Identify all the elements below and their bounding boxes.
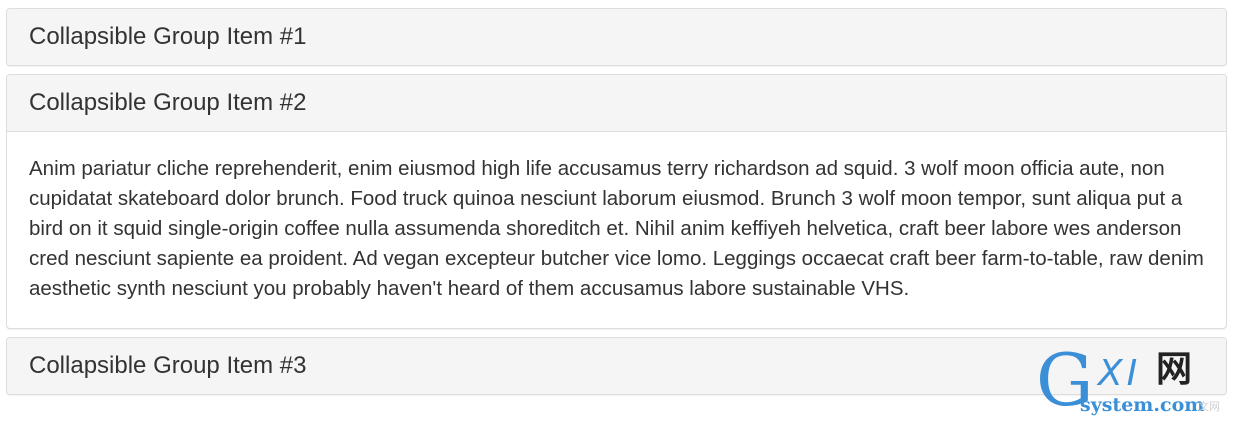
accordion-panel-1: Collapsible Group Item #1 — [6, 8, 1227, 66]
accordion-panel-3: Collapsible Group Item #3 — [6, 337, 1227, 395]
panel-2-header[interactable]: Collapsible Group Item #2 — [7, 75, 1226, 131]
panel-1-title[interactable]: Collapsible Group Item #1 — [29, 25, 306, 49]
panel-3-title[interactable]: Collapsible Group Item #3 — [29, 354, 306, 378]
panel-2-body: Anim pariatur cliche reprehenderit, enim… — [7, 131, 1226, 328]
accordion: Collapsible Group Item #1 Collapsible Gr… — [6, 8, 1227, 403]
panel-1-header[interactable]: Collapsible Group Item #1 — [7, 9, 1226, 65]
panel-2-title[interactable]: Collapsible Group Item #2 — [29, 91, 306, 115]
accordion-panel-2: Collapsible Group Item #2 Anim pariatur … — [6, 74, 1227, 329]
panel-3-header[interactable]: Collapsible Group Item #3 — [7, 338, 1226, 394]
